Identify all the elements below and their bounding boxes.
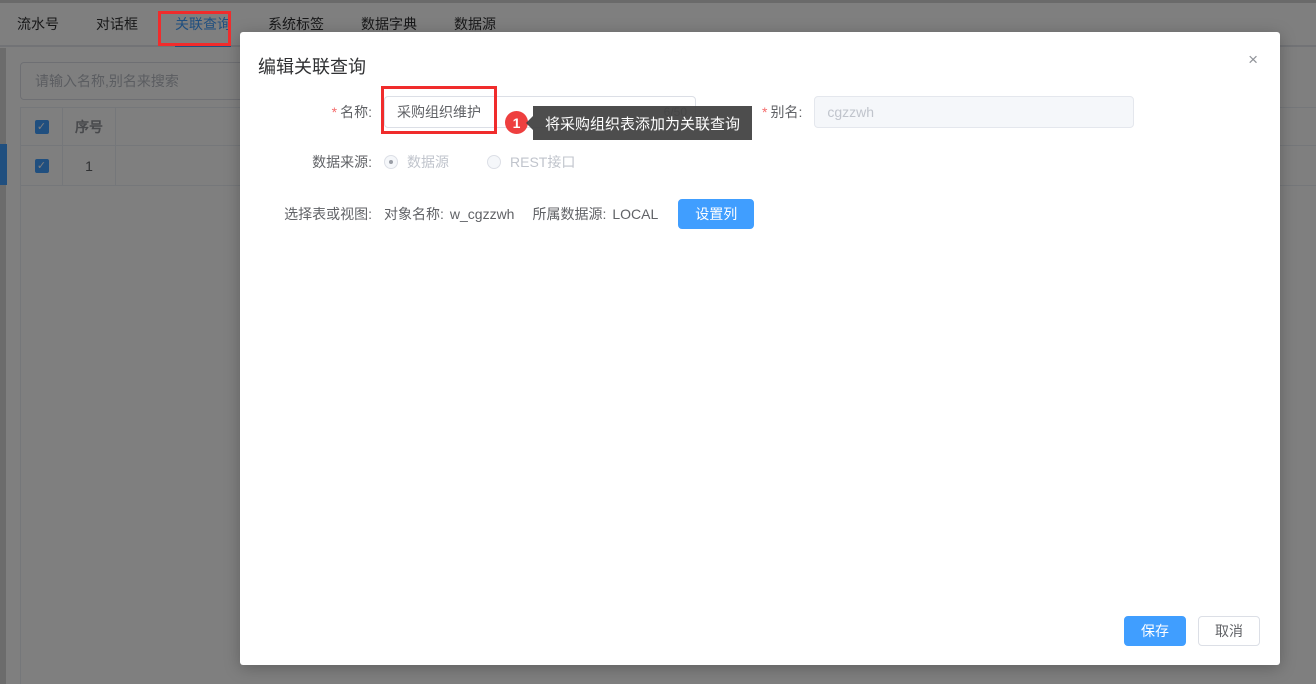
data-source-label: 数据来源: bbox=[312, 154, 372, 170]
object-info: 对象名称: w_cgzzwh 所属数据源: LOCAL bbox=[384, 204, 664, 224]
alias-input-wrap bbox=[814, 96, 1135, 128]
annotation-highlight-tab bbox=[158, 11, 231, 46]
select-table-row: 选择表或视图: 对象名称: w_cgzzwh 所属数据源: LOCAL 设置列 bbox=[280, 198, 755, 230]
annotation-step-badge: 1 bbox=[505, 111, 528, 134]
radio-datasource: 数据源 bbox=[384, 152, 449, 172]
select-table-label: 选择表或视图: bbox=[284, 206, 372, 222]
radio-rest-api: REST接口 bbox=[487, 152, 575, 172]
close-icon[interactable]: × bbox=[1248, 51, 1258, 68]
object-name-value: w_cgzzwh bbox=[449, 206, 515, 222]
dialog-title: 编辑关联查询 bbox=[258, 57, 366, 77]
save-button[interactable]: 保存 bbox=[1124, 616, 1186, 646]
radio-datasource-label: 数据源 bbox=[407, 154, 449, 170]
radio-selected-icon bbox=[384, 155, 398, 169]
datasource-value: LOCAL bbox=[612, 206, 659, 222]
cancel-button[interactable]: 取消 bbox=[1198, 616, 1260, 646]
radio-rest-api-label: REST接口 bbox=[510, 154, 576, 170]
alias-label: * 别名: bbox=[762, 104, 803, 120]
annotation-tooltip: 将采购组织表添加为关联查询 bbox=[525, 106, 753, 140]
required-mark: * bbox=[331, 104, 338, 120]
datasource-label: 所属数据源: bbox=[532, 206, 607, 222]
alias-input bbox=[815, 97, 1134, 127]
screen: 流水号 对话框 关联查询 系统标签 数据字典 数据源 ✓ 序号 bbox=[0, 0, 1316, 684]
set-columns-button[interactable]: 设置列 bbox=[678, 199, 755, 229]
object-name-label: 对象名称: bbox=[384, 206, 444, 222]
name-label: * 名称: bbox=[331, 104, 372, 120]
annotation-highlight-name-input bbox=[381, 86, 497, 134]
required-mark: * bbox=[762, 104, 768, 120]
radio-unselected-icon bbox=[487, 155, 501, 169]
dialog-footer: 保存 取消 bbox=[1124, 616, 1260, 646]
data-source-row: 数据来源: 数据源 REST接口 bbox=[280, 148, 613, 176]
